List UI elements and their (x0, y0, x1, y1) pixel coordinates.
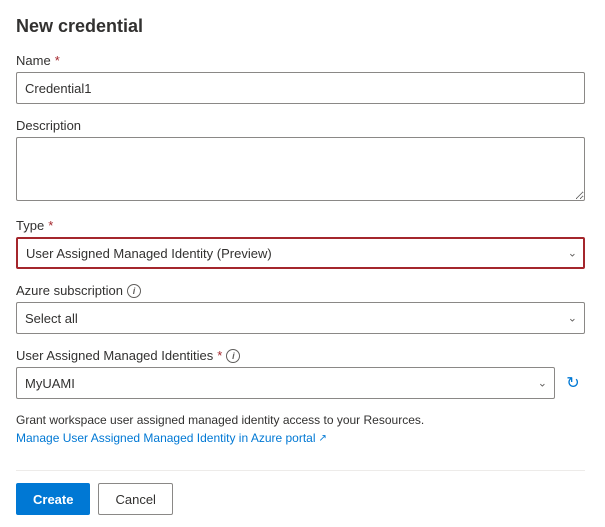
user-assigned-select[interactable]: MyUAMI (16, 367, 555, 399)
manage-link[interactable]: Manage User Assigned Managed Identity in… (16, 431, 327, 445)
user-assigned-label-text: User Assigned Managed Identities (16, 348, 213, 363)
name-input[interactable] (16, 72, 585, 104)
azure-subscription-label: Azure subscription i (16, 283, 585, 298)
user-assigned-info-icon[interactable]: i (226, 349, 240, 363)
form-section: Name * Description Type * User Assigned … (16, 53, 585, 458)
footer: Create Cancel (16, 470, 585, 527)
type-select[interactable]: User Assigned Managed Identity (Preview)… (16, 237, 585, 269)
type-select-wrapper: User Assigned Managed Identity (Preview)… (16, 237, 585, 269)
user-assigned-select-row: MyUAMI ⌄ ↻ (16, 367, 585, 399)
description-input[interactable] (16, 137, 585, 201)
name-required-star: * (55, 53, 60, 68)
create-button[interactable]: Create (16, 483, 90, 515)
description-label-text: Description (16, 118, 81, 133)
azure-subscription-field-group: Azure subscription i Select all ⌄ (16, 283, 585, 334)
type-field-group: Type * User Assigned Managed Identity (P… (16, 218, 585, 269)
name-label: Name * (16, 53, 585, 68)
type-required-star: * (48, 218, 53, 233)
page-container: New credential Name * Description Type * (0, 0, 605, 527)
azure-subscription-label-text: Azure subscription (16, 283, 123, 298)
type-label: Type * (16, 218, 585, 233)
azure-subscription-select-wrapper: Select all ⌄ (16, 302, 585, 334)
azure-subscription-select[interactable]: Select all (16, 302, 585, 334)
helper-text: Grant workspace user assigned managed id… (16, 413, 585, 427)
external-link-icon: ↗ (319, 433, 327, 444)
page-title: New credential (16, 16, 585, 37)
user-assigned-required-star: * (217, 348, 222, 363)
cancel-button[interactable]: Cancel (98, 483, 172, 515)
description-field-group: Description (16, 118, 585, 204)
name-field-group: Name * (16, 53, 585, 104)
user-assigned-label: User Assigned Managed Identities * i (16, 348, 585, 363)
azure-subscription-info-icon[interactable]: i (127, 284, 141, 298)
manage-link-text: Manage User Assigned Managed Identity in… (16, 431, 316, 445)
user-assigned-select-wrapper: MyUAMI ⌄ (16, 367, 555, 399)
user-assigned-refresh-button[interactable]: ↻ (561, 371, 585, 395)
description-label: Description (16, 118, 585, 133)
name-label-text: Name (16, 53, 51, 68)
refresh-icon: ↻ (566, 373, 579, 393)
user-assigned-field-group: User Assigned Managed Identities * i MyU… (16, 348, 585, 399)
type-label-text: Type (16, 218, 44, 233)
